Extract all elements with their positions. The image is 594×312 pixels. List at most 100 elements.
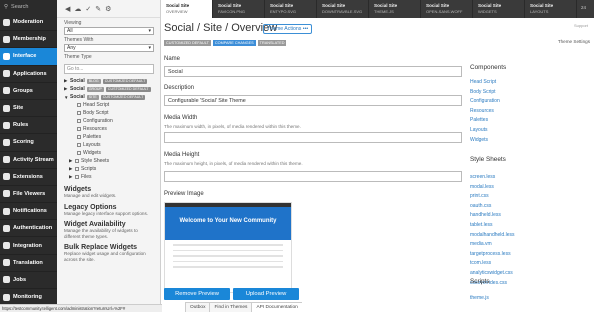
sidebar-link[interactable]: oauth.css: [470, 203, 491, 209]
tree-item-component[interactable]: Resources: [64, 125, 160, 133]
name-input[interactable]: Social: [164, 66, 462, 77]
upload-cloud-icon[interactable]: ☁: [74, 5, 81, 13]
nav-item-integration[interactable]: Integration: [0, 237, 57, 255]
tab-theme-js[interactable]: Social Site THEME.JS: [369, 0, 421, 18]
tab-entypo-svg[interactable]: Social Site ENTYPO.SVG: [265, 0, 317, 18]
panel-section-bulk-replace-widgets[interactable]: Bulk Replace Widgets Replace widget usage…: [57, 244, 160, 262]
tab-find-in-themes[interactable]: Find in Themes: [209, 302, 252, 312]
section-title: Legacy Options: [64, 203, 117, 211]
nav-item-jobs[interactable]: Jobs: [0, 272, 57, 289]
media-width-input[interactable]: [164, 132, 462, 143]
check-icon[interactable]: ✓: [85, 5, 91, 13]
sidebar-link[interactable]: Head Script: [470, 79, 496, 85]
sidebar-link[interactable]: screen.less: [470, 174, 495, 180]
sidebar-link[interactable]: tcom.less: [470, 260, 491, 266]
expand-icon[interactable]: ▶: [69, 174, 73, 180]
nav-item-scoring[interactable]: Scoring: [0, 134, 57, 152]
tree-item-component[interactable]: Body Script: [64, 109, 160, 117]
tree-item-component[interactable]: Layouts: [64, 141, 160, 149]
panel-section-widgets[interactable]: Widgets Manage and edit widgets.: [57, 186, 160, 199]
sidebar-link[interactable]: modal.less: [470, 184, 494, 190]
viewing-select[interactable]: All ▾: [64, 27, 154, 35]
nav-item-activity-stream[interactable]: Activity Stream: [0, 152, 57, 169]
theme-settings-link[interactable]: Theme Settings: [558, 39, 590, 44]
tree-item-folder[interactable]: ▶ Scripts: [64, 165, 160, 173]
support-link[interactable]: Support: [574, 23, 588, 28]
sidebar-link[interactable]: theme.js: [470, 295, 489, 301]
sidebar-link[interactable]: print.css: [470, 193, 489, 199]
panel-section-legacy-options[interactable]: Legacy Options Manage legacy interface su…: [57, 204, 160, 217]
tree-item-component[interactable]: Widgets: [64, 149, 160, 157]
nav-item-interface[interactable]: Interface: [0, 48, 57, 66]
theme-actions-button[interactable]: Theme Actions •••: [263, 24, 313, 34]
themes-with-select[interactable]: Any ▾: [64, 44, 154, 52]
tab-api-documentation[interactable]: API Documentation: [251, 302, 302, 312]
expand-icon[interactable]: ▶: [69, 158, 73, 164]
tab-outbox[interactable]: Outbox: [185, 302, 210, 312]
sidebar-link[interactable]: targetprocess.less: [470, 251, 511, 257]
sidebar-link[interactable]: Layouts: [470, 127, 488, 133]
more-tabs-count[interactable]: 24: [577, 0, 590, 18]
tree-item-component[interactable]: Configuration: [64, 117, 160, 125]
sidebar-link[interactable]: media.vm: [470, 241, 492, 247]
media-width-label: Media Width: [164, 115, 198, 121]
tree-item-component[interactable]: Head Script: [64, 101, 160, 109]
sidebar-link[interactable]: modalhandheld.less: [470, 232, 514, 238]
gear-icon[interactable]: ⚙: [105, 5, 111, 13]
nav-item-rules[interactable]: Rules: [0, 117, 57, 135]
back-icon[interactable]: ◀: [65, 5, 70, 13]
sidebar-link[interactable]: handheld.less: [470, 212, 501, 218]
nav-item-site[interactable]: Site: [0, 100, 57, 118]
nav-search[interactable]: ⚲ Search: [0, 0, 57, 14]
edit-icon[interactable]: ✎: [95, 5, 101, 13]
sidebar-link[interactable]: Resources: [470, 108, 494, 114]
section-title: Bulk Replace Widgets: [64, 244, 138, 252]
tab-open-sans-woff[interactable]: Social Site OPEN-SANS.WOFF: [421, 0, 473, 18]
panel-section-widget-availability[interactable]: Widget Availability Manage the availabili…: [57, 221, 160, 239]
tab-subtitle: OPEN-SANS.WOFF: [426, 9, 463, 14]
tab-downtravble-svg[interactable]: Social Site DOWNTRAVBLE.SVG: [317, 0, 369, 18]
tab-overview[interactable]: Social Site OVERVIEW: [161, 0, 213, 18]
sidebar-link[interactable]: Palettes: [470, 117, 488, 123]
expand-icon[interactable]: ▶: [64, 78, 68, 84]
upload-preview-button[interactable]: Upload Preview: [233, 288, 299, 300]
sidebar-link[interactable]: analyticswidget.css: [470, 270, 513, 276]
tab-title: Social Site: [530, 3, 554, 8]
tab-favicon-png[interactable]: Social Site FAVICON.PNG: [213, 0, 265, 18]
media-height-input[interactable]: [164, 171, 462, 182]
sidebar-link[interactable]: Body Script: [470, 89, 496, 95]
tree-item-folder[interactable]: ▶ Files: [64, 173, 160, 181]
sidebar-link[interactable]: Configuration: [470, 98, 500, 104]
tree-item-folder[interactable]: ▶ Style Sheets: [64, 157, 160, 165]
compare-changes-button[interactable]: COMPARE CHANGES: [212, 40, 256, 46]
tab-widgets[interactable]: Social Site WIDGETS: [473, 0, 525, 18]
nav-item-groups[interactable]: Groups: [0, 83, 57, 100]
tree-item-blog[interactable]: ▶ Social BLOG CUSTOMIZED DEFAULT: [64, 77, 160, 85]
nav-item-applications[interactable]: Applications: [0, 66, 57, 83]
tree-item-site[interactable]: ▼ Social SITE CUSTOMIZED DEFAULT: [64, 93, 160, 101]
nav-item-notifications[interactable]: Notifications: [0, 203, 57, 221]
sidebar-link[interactable]: tablet.less: [470, 222, 493, 228]
nav-item-translation[interactable]: Translation: [0, 255, 57, 272]
remove-preview-button[interactable]: Remove Preview: [164, 288, 230, 300]
tree-item-group[interactable]: ▶ Social GROUP CUSTOMIZED DEFAULT: [64, 85, 160, 93]
theme-actions-label: Theme Actions: [267, 26, 302, 32]
nav-item-file-viewers[interactable]: File Viewers: [0, 186, 57, 204]
nav-item-authentication[interactable]: Authentication: [0, 220, 57, 238]
nav-item-extensions[interactable]: Extensions: [0, 169, 57, 186]
description-input[interactable]: Configurable 'Social' Site Theme: [164, 95, 462, 106]
sidebar-link[interactable]: Widgets: [470, 137, 488, 143]
collapse-icon[interactable]: ▼: [64, 95, 68, 100]
nav-item-membership[interactable]: Membership: [0, 31, 57, 49]
nav-item-label: Groups: [13, 87, 33, 94]
section-title: Widgets: [64, 186, 92, 193]
preview-line: [173, 255, 283, 257]
expand-icon[interactable]: ▶: [69, 166, 73, 172]
tree-item-name: Social: [70, 94, 85, 100]
translated-badge: TRANSLATED: [257, 40, 287, 46]
go-to-input[interactable]: Go to...: [64, 64, 154, 74]
tab-layouts[interactable]: Social Site LAYOUTS: [525, 0, 577, 18]
nav-item-moderation[interactable]: Moderation: [0, 14, 57, 32]
tree-item-component[interactable]: Palettes: [64, 133, 160, 141]
expand-icon[interactable]: ▶: [64, 86, 68, 92]
